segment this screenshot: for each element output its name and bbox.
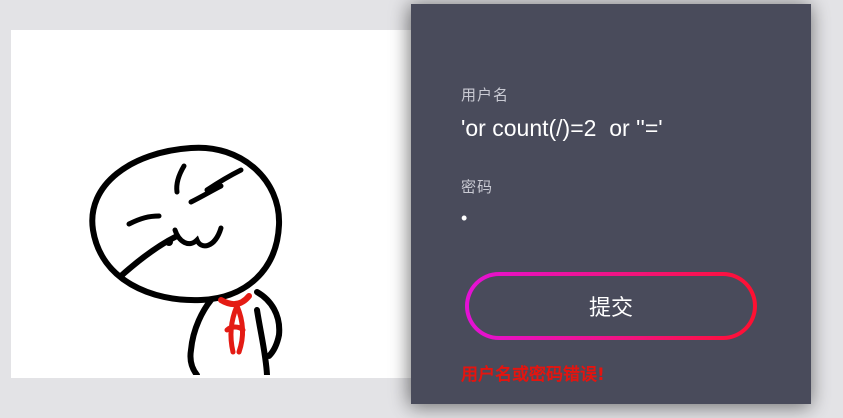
dot <box>165 238 173 246</box>
arm <box>254 307 270 375</box>
right-eyebrow <box>204 167 244 193</box>
scarf-tail <box>224 303 246 355</box>
stick-figure-drawing <box>89 144 283 375</box>
left-eye <box>126 213 162 227</box>
error-message: 用户名或密码错误! <box>461 365 605 385</box>
page: 用户名 密码 提交 用户名或密码错误! <box>0 0 843 418</box>
mouth <box>172 225 224 249</box>
body-left <box>187 297 214 375</box>
password-input[interactable] <box>461 204 761 232</box>
login-panel: 用户名 密码 提交 用户名或密码错误! <box>411 4 811 404</box>
submit-button[interactable]: 提交 <box>465 272 757 340</box>
password-label: 密码 <box>461 178 494 196</box>
meme-image <box>11 30 451 378</box>
username-label: 用户名 <box>461 86 510 104</box>
username-input[interactable] <box>461 112 761 144</box>
left-eyebrow <box>174 163 187 195</box>
